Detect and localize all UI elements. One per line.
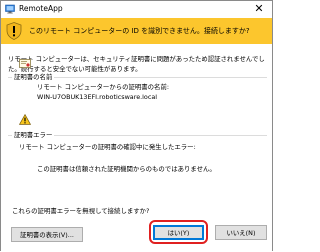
- window-title: RemoteApp: [19, 4, 63, 13]
- warning-banner: このリモート コンピューターの ID を識別できません。接続しますか?: [1, 18, 272, 44]
- yes-button[interactable]: はい(Y): [153, 225, 204, 240]
- security-warning-shield-icon: [6, 22, 22, 40]
- certificate-icon: [19, 59, 31, 68]
- ignore-errors-question: これらの証明書エラーを無視して接続しますか?: [12, 207, 150, 215]
- certificate-name-section-label: 証明書の名前: [12, 73, 55, 82]
- close-button[interactable]: ✕: [246, 1, 272, 18]
- warning-icon: [19, 114, 31, 125]
- dialog-body: リモート コンピューターは、セキュリティ証明書に問題があったため認証されませんで…: [1, 44, 272, 251]
- remoteapp-icon: [5, 4, 15, 14]
- certificate-name-value: WIN-U7OBUK13EFI.roboticsware.local: [37, 93, 158, 101]
- title-bar: RemoteApp ✕: [1, 1, 272, 18]
- remoteapp-dialog: RemoteApp ✕ このリモート コンピューターの ID を識別できません。…: [0, 0, 273, 251]
- certificate-errors-section-label: 証明書エラー: [12, 131, 55, 140]
- banner-message: このリモート コンピューターの ID を識別できません。接続しますか?: [29, 27, 250, 35]
- certificate-name-caption: リモート コンピューターからの証明書の名前:: [37, 83, 169, 91]
- intro-text: リモート コンピューターは、セキュリティ証明書に問題があったため認証されませんで…: [8, 55, 265, 73]
- no-button[interactable]: いいえ(N): [215, 225, 267, 240]
- view-certificate-button[interactable]: 証明書の表示(V)...: [11, 227, 83, 242]
- certificate-error-text: この証明書は信頼された証明機関からのものではありません。: [37, 165, 216, 173]
- certificate-errors-caption: リモート コンピューターの証明書の確認中に発生したエラー:: [19, 143, 196, 151]
